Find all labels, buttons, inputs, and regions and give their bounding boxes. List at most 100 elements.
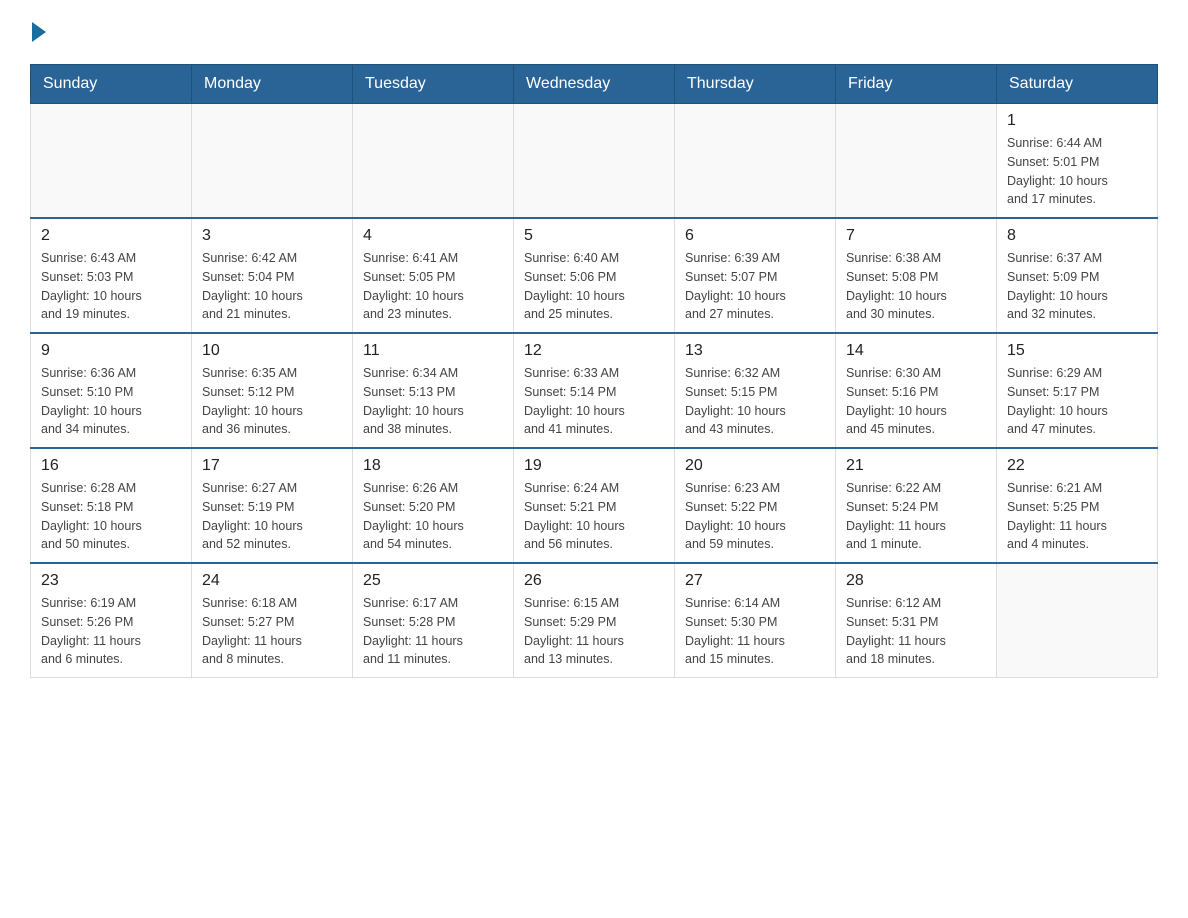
logo [30,20,46,44]
calendar-cell: 26 Sunrise: 6:15 AM Sunset: 5:29 PM Dayli… [514,563,675,678]
calendar-cell: 5 Sunrise: 6:40 AM Sunset: 5:06 PM Daylig… [514,218,675,333]
day-info: Sunrise: 6:26 AM Sunset: 5:20 PM Dayligh… [363,479,503,554]
calendar-cell: 20 Sunrise: 6:23 AM Sunset: 5:22 PM Dayli… [675,448,836,563]
col-header-sunday: Sunday [31,65,192,104]
day-info: Sunrise: 6:30 AM Sunset: 5:16 PM Dayligh… [846,364,986,439]
day-info: Sunrise: 6:22 AM Sunset: 5:24 PM Dayligh… [846,479,986,554]
day-info: Sunrise: 6:34 AM Sunset: 5:13 PM Dayligh… [363,364,503,439]
calendar-header-row: Sunday Monday Tuesday Wednesday Thursday… [31,65,1158,104]
day-number: 17 [202,457,342,475]
day-number: 19 [524,457,664,475]
day-info: Sunrise: 6:28 AM Sunset: 5:18 PM Dayligh… [41,479,181,554]
day-number: 23 [41,572,181,590]
day-number: 18 [363,457,503,475]
day-number: 26 [524,572,664,590]
col-header-saturday: Saturday [997,65,1158,104]
calendar-week-row-4: 16 Sunrise: 6:28 AM Sunset: 5:18 PM Dayli… [31,448,1158,563]
day-number: 24 [202,572,342,590]
day-number: 28 [846,572,986,590]
day-info: Sunrise: 6:23 AM Sunset: 5:22 PM Dayligh… [685,479,825,554]
calendar-week-row-5: 23 Sunrise: 6:19 AM Sunset: 5:26 PM Dayli… [31,563,1158,678]
calendar-table: Sunday Monday Tuesday Wednesday Thursday… [30,64,1158,678]
day-info: Sunrise: 6:12 AM Sunset: 5:31 PM Dayligh… [846,594,986,669]
calendar-cell: 16 Sunrise: 6:28 AM Sunset: 5:18 PM Dayli… [31,448,192,563]
calendar-cell: 13Sunrise: 6:32 AM Sunset: 5:15 PM Dayli… [675,333,836,448]
day-info: Sunrise: 6:36 AM Sunset: 5:10 PM Dayligh… [41,364,181,439]
col-header-tuesday: Tuesday [353,65,514,104]
col-header-thursday: Thursday [675,65,836,104]
page-header [30,20,1158,44]
calendar-cell [353,104,514,219]
day-number: 11 [363,342,503,360]
day-info: Sunrise: 6:17 AM Sunset: 5:28 PM Dayligh… [363,594,503,669]
day-number: 27 [685,572,825,590]
calendar-cell: 25 Sunrise: 6:17 AM Sunset: 5:28 PM Dayli… [353,563,514,678]
col-header-wednesday: Wednesday [514,65,675,104]
day-info: Sunrise: 6:21 AM Sunset: 5:25 PM Dayligh… [1007,479,1147,554]
calendar-cell: 12 Sunrise: 6:33 AM Sunset: 5:14 PM Dayli… [514,333,675,448]
day-info: Sunrise: 6:39 AM Sunset: 5:07 PM Dayligh… [685,249,825,324]
calendar-cell: 24 Sunrise: 6:18 AM Sunset: 5:27 PM Dayli… [192,563,353,678]
calendar-week-row-3: 9 Sunrise: 6:36 AM Sunset: 5:10 PM Daylig… [31,333,1158,448]
day-number: 20 [685,457,825,475]
calendar-cell: 3 Sunrise: 6:42 AM Sunset: 5:04 PM Daylig… [192,218,353,333]
day-number: 22 [1007,457,1147,475]
day-number: 14 [846,342,986,360]
calendar-cell: 21 Sunrise: 6:22 AM Sunset: 5:24 PM Dayli… [836,448,997,563]
calendar-cell [997,563,1158,678]
day-info: Sunrise: 6:14 AM Sunset: 5:30 PM Dayligh… [685,594,825,669]
calendar-cell: 6 Sunrise: 6:39 AM Sunset: 5:07 PM Daylig… [675,218,836,333]
calendar-cell: 1 Sunrise: 6:44 AM Sunset: 5:01 PM Daylig… [997,104,1158,219]
calendar-cell: 7 Sunrise: 6:38 AM Sunset: 5:08 PM Daylig… [836,218,997,333]
calendar-cell: 2 Sunrise: 6:43 AM Sunset: 5:03 PM Daylig… [31,218,192,333]
day-number: 9 [41,342,181,360]
calendar-cell: 17 Sunrise: 6:27 AM Sunset: 5:19 PM Dayli… [192,448,353,563]
day-info: Sunrise: 6:15 AM Sunset: 5:29 PM Dayligh… [524,594,664,669]
day-info: Sunrise: 6:32 AM Sunset: 5:15 PM Dayligh… [685,364,825,439]
day-number: 3 [202,227,342,245]
day-info: Sunrise: 6:38 AM Sunset: 5:08 PM Dayligh… [846,249,986,324]
day-info: Sunrise: 6:43 AM Sunset: 5:03 PM Dayligh… [41,249,181,324]
day-info: Sunrise: 6:24 AM Sunset: 5:21 PM Dayligh… [524,479,664,554]
day-number: 21 [846,457,986,475]
day-number: 5 [524,227,664,245]
calendar-cell: 23 Sunrise: 6:19 AM Sunset: 5:26 PM Dayli… [31,563,192,678]
day-number: 6 [685,227,825,245]
calendar-cell: 4 Sunrise: 6:41 AM Sunset: 5:05 PM Daylig… [353,218,514,333]
calendar-cell: 9 Sunrise: 6:36 AM Sunset: 5:10 PM Daylig… [31,333,192,448]
day-info: Sunrise: 6:42 AM Sunset: 5:04 PM Dayligh… [202,249,342,324]
calendar-cell [192,104,353,219]
day-number: 12 [524,342,664,360]
day-number: 25 [363,572,503,590]
day-number: 8 [1007,227,1147,245]
day-info: Sunrise: 6:40 AM Sunset: 5:06 PM Dayligh… [524,249,664,324]
day-number: 7 [846,227,986,245]
calendar-cell: 8 Sunrise: 6:37 AM Sunset: 5:09 PM Daylig… [997,218,1158,333]
calendar-week-row-2: 2 Sunrise: 6:43 AM Sunset: 5:03 PM Daylig… [31,218,1158,333]
day-number: 4 [363,227,503,245]
day-info: Sunrise: 6:19 AM Sunset: 5:26 PM Dayligh… [41,594,181,669]
day-info: Sunrise: 6:29 AM Sunset: 5:17 PM Dayligh… [1007,364,1147,439]
calendar-cell: 14 Sunrise: 6:30 AM Sunset: 5:16 PM Dayli… [836,333,997,448]
day-info: Sunrise: 6:41 AM Sunset: 5:05 PM Dayligh… [363,249,503,324]
calendar-cell [514,104,675,219]
day-info: Sunrise: 6:27 AM Sunset: 5:19 PM Dayligh… [202,479,342,554]
day-number: 1 [1007,112,1147,130]
day-number: 2 [41,227,181,245]
calendar-cell: 18 Sunrise: 6:26 AM Sunset: 5:20 PM Dayli… [353,448,514,563]
day-info: Sunrise: 6:44 AM Sunset: 5:01 PM Dayligh… [1007,134,1147,209]
calendar-cell [31,104,192,219]
calendar-cell: 10Sunrise: 6:35 AM Sunset: 5:12 PM Dayli… [192,333,353,448]
calendar-cell: 27 Sunrise: 6:14 AM Sunset: 5:30 PM Dayli… [675,563,836,678]
calendar-cell [836,104,997,219]
day-info: Sunrise: 6:18 AM Sunset: 5:27 PM Dayligh… [202,594,342,669]
day-info: Sunrise: 6:33 AM Sunset: 5:14 PM Dayligh… [524,364,664,439]
calendar-cell: 28 Sunrise: 6:12 AM Sunset: 5:31 PM Dayli… [836,563,997,678]
calendar-week-row-1: 1 Sunrise: 6:44 AM Sunset: 5:01 PM Daylig… [31,104,1158,219]
calendar-cell: 15 Sunrise: 6:29 AM Sunset: 5:17 PM Dayli… [997,333,1158,448]
day-number: 16 [41,457,181,475]
day-info: Sunrise: 6:37 AM Sunset: 5:09 PM Dayligh… [1007,249,1147,324]
calendar-cell: 19 Sunrise: 6:24 AM Sunset: 5:21 PM Dayli… [514,448,675,563]
calendar-cell: 22 Sunrise: 6:21 AM Sunset: 5:25 PM Dayli… [997,448,1158,563]
day-number: 15 [1007,342,1147,360]
